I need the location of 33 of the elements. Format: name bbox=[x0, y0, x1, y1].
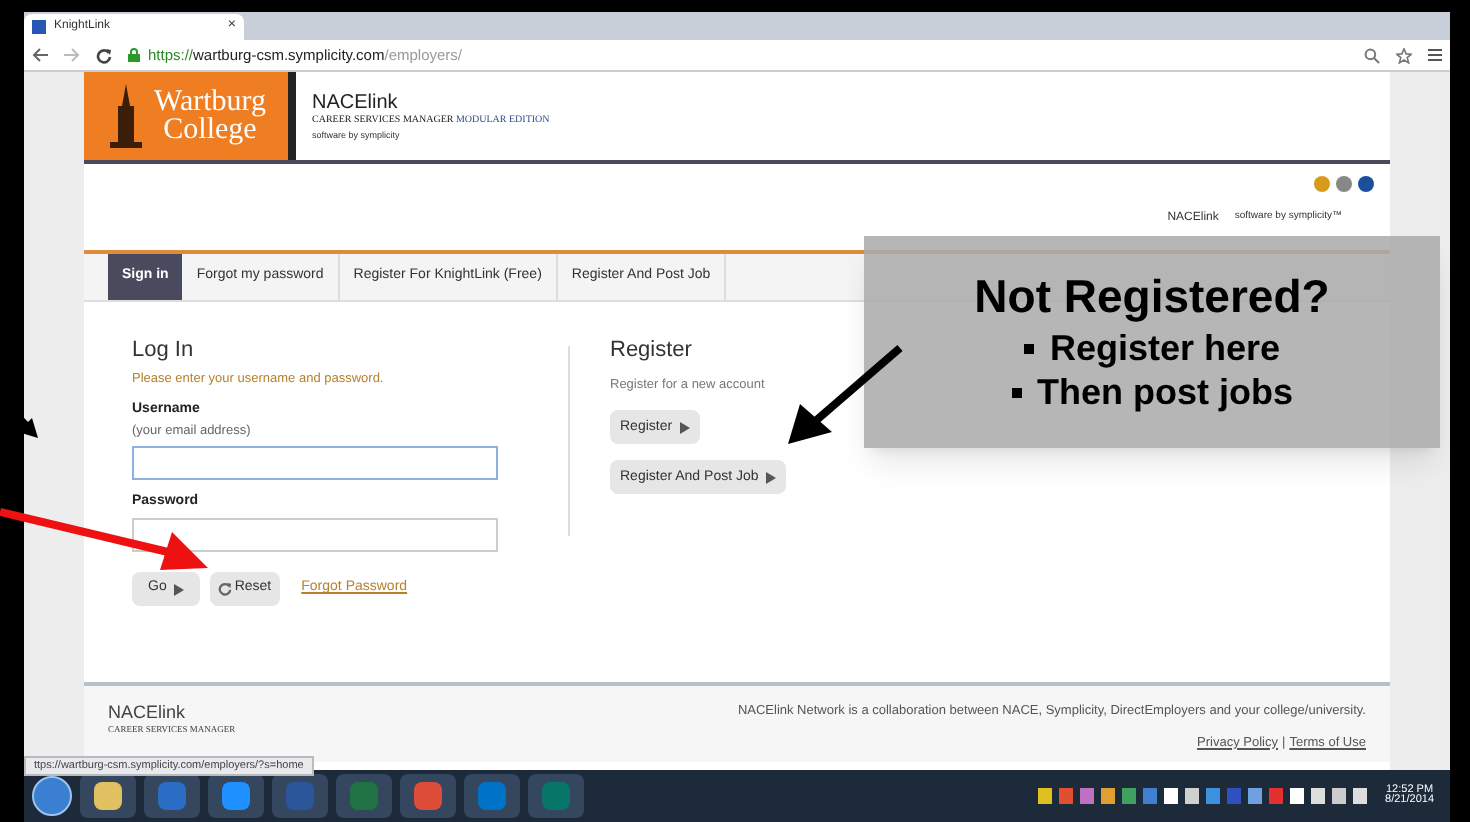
logo-text: College bbox=[163, 116, 257, 144]
brand-logo: NACElink bbox=[108, 702, 188, 725]
taskbar-app-icon[interactable] bbox=[464, 774, 520, 818]
taskbar-app-icon[interactable] bbox=[272, 774, 328, 818]
callout-bullet: Then post jobs bbox=[1037, 370, 1293, 416]
caret-icon bbox=[680, 421, 691, 434]
brand-logo: NACElink bbox=[312, 91, 400, 115]
section-title: Register bbox=[610, 336, 694, 366]
callout-title: Not Registered? bbox=[974, 268, 1330, 326]
password-field[interactable] bbox=[132, 518, 498, 552]
reload-icon[interactable] bbox=[96, 47, 112, 63]
menu-icon[interactable] bbox=[1428, 48, 1442, 62]
taskbar-app-icon[interactable] bbox=[80, 774, 136, 818]
lock-icon bbox=[128, 48, 140, 62]
taskbar-app-icon[interactable] bbox=[144, 774, 200, 818]
pointer-arrow bbox=[784, 344, 904, 448]
caret-icon bbox=[174, 583, 185, 595]
favicon-icon bbox=[32, 20, 46, 34]
taskbar-app-icon[interactable] bbox=[400, 774, 456, 818]
bullet-icon bbox=[1011, 388, 1021, 399]
zoom-icon[interactable] bbox=[1364, 47, 1380, 63]
tower-icon bbox=[105, 82, 146, 150]
callout-bullet: Register here bbox=[1049, 325, 1281, 371]
username-field[interactable] bbox=[132, 445, 498, 479]
start-button[interactable] bbox=[32, 776, 72, 816]
section-title: Log In bbox=[132, 336, 196, 366]
bullet-icon bbox=[1023, 343, 1034, 354]
back-arrow-icon[interactable] bbox=[32, 48, 48, 62]
logo-text: Wartburg bbox=[153, 88, 266, 116]
taskbar-app-icon[interactable] bbox=[208, 774, 264, 818]
refresh-icon bbox=[218, 582, 233, 596]
caret-icon bbox=[766, 471, 777, 484]
star-icon[interactable] bbox=[1396, 47, 1412, 63]
